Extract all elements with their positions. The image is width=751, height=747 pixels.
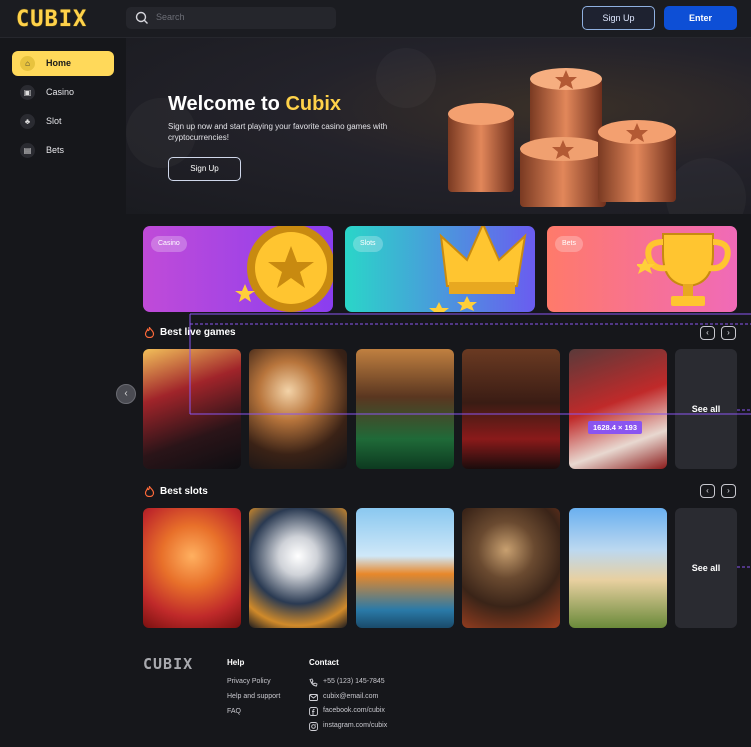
footer-link-privacy-policy[interactable]: Privacy Policy [227, 678, 271, 685]
prev-arrow-button[interactable]: ‹ [700, 484, 715, 498]
slot-card-tiger-fighter[interactable] [143, 508, 241, 628]
chevron-left-icon: ‹ [706, 486, 709, 495]
chevron-left-icon: ‹ [124, 388, 128, 399]
scroll-left-button[interactable]: ‹ [116, 384, 136, 404]
phone-icon [309, 678, 318, 687]
slot-card-panda-gaming[interactable] [249, 508, 347, 628]
mail-icon [309, 694, 318, 701]
slot-card-spartan-warrior[interactable] [462, 508, 560, 628]
chevron-right-icon: › [727, 486, 730, 495]
dimension-badge: 1628.4 × 193 [588, 421, 643, 434]
footer-contact-email[interactable]: cubix@email.com [323, 693, 378, 700]
footer-contact-facebook[interactable]: facebook.com/cubix [323, 707, 385, 714]
slot-card-ancient-city[interactable] [569, 508, 667, 628]
footer-link-help-and-support[interactable]: Help and support [227, 693, 280, 700]
footer-link-faq[interactable]: FAQ [227, 708, 241, 715]
facebook-icon [309, 707, 318, 716]
fire-icon [144, 486, 155, 497]
footer-help-heading: Help [227, 658, 245, 667]
design-guide-overlay [189, 313, 751, 568]
footer-logo[interactable]: CUBIX [143, 655, 193, 673]
footer-contact-heading: Contact [309, 658, 339, 667]
footer-contact-instagram[interactable]: instagram.com/cubix [323, 722, 387, 729]
next-arrow-button[interactable]: › [721, 484, 736, 498]
see-all-slots-button[interactable]: See all [675, 508, 737, 628]
slot-card-orange-airplane[interactable] [356, 508, 454, 628]
instagram-icon [309, 722, 318, 731]
section-title-best-slots: Best slots [160, 486, 208, 497]
footer-contact-phone[interactable]: +55 (123) 145-7845 [323, 678, 385, 685]
